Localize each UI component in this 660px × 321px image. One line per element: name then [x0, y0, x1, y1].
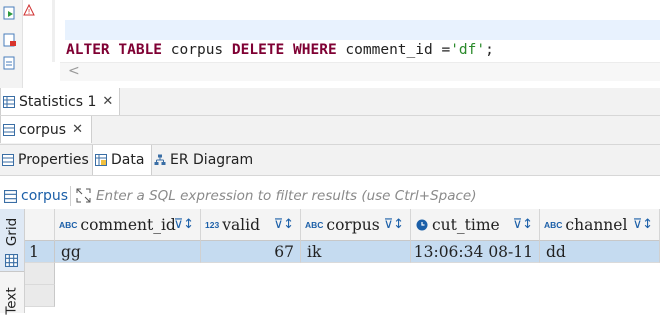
column-header-label: valid: [222, 215, 261, 234]
table-cell[interactable]: 67: [201, 241, 301, 263]
column-header-label: comment_id: [80, 215, 176, 234]
properties-icon: [2, 154, 14, 166]
text-type-icon: ABC: [544, 219, 563, 230]
table-icon: [3, 123, 15, 136]
column-header-channel[interactable]: ABC channel ⊽↕: [540, 209, 660, 241]
execute-script-icon[interactable]: [3, 33, 17, 47]
sort-filter-icon[interactable]: ⊽↕: [174, 217, 194, 232]
explain-plan-icon[interactable]: [3, 56, 17, 70]
tab-er-diagram[interactable]: ER Diagram: [152, 145, 260, 175]
tab-text-label: Text: [4, 287, 20, 315]
grid-icon: [5, 254, 18, 267]
svg-text:!: !: [28, 8, 31, 16]
sort-filter-icon[interactable]: ⊽↕: [274, 217, 294, 232]
grid-corner: [25, 209, 55, 241]
column-header-label: corpus: [326, 215, 380, 234]
column-header-label: channel: [565, 215, 628, 234]
tab-properties[interactable]: Properties: [0, 145, 92, 175]
close-icon[interactable]: ✕: [72, 122, 83, 137]
filter-expand-icon[interactable]: [76, 188, 91, 203]
tab-er-diagram-label: ER Diagram: [170, 152, 254, 168]
sql-string-literal: 'df': [450, 42, 486, 58]
run-statement-icon[interactable]: [3, 6, 17, 20]
tab-statistics-label: Statistics 1: [19, 93, 97, 110]
sql-column-name: comment_id: [345, 42, 433, 58]
sql-keyword-delete: DELETE: [231, 42, 285, 58]
er-diagram-icon: [154, 154, 166, 165]
editor-gutter: [0, 0, 23, 88]
editor-tab-bar: corpus ✕: [0, 116, 660, 145]
text-type-icon: ABC: [305, 219, 324, 230]
text-type-icon: ABC: [59, 219, 78, 230]
filter-input[interactable]: Enter a SQL expression to filter results…: [96, 188, 477, 204]
sort-filter-icon[interactable]: ⊽↕: [633, 217, 653, 232]
sql-keyword-where: WHERE: [293, 42, 337, 58]
sql-keyword-table: TABLE: [118, 42, 163, 58]
object-subtab-bar: Properties Data ER Diagram: [0, 145, 660, 176]
column-header-valid[interactable]: 123 valid ⊽↕: [201, 209, 301, 241]
table-cell[interactable]: dd: [540, 241, 660, 263]
data-grid-icon: [95, 154, 107, 166]
results-grid: ABC comment_id ⊽↕ 123 valid ⊽↕ ABC corpu…: [25, 209, 660, 313]
tab-corpus-label: corpus: [19, 121, 67, 138]
editor-horizontal-scrollbar[interactable]: [60, 62, 660, 81]
number-type-icon: 123: [205, 219, 220, 230]
tab-data[interactable]: Data: [92, 145, 152, 175]
table-icon: [3, 95, 15, 108]
filter-divider: [70, 186, 71, 206]
filter-table-name[interactable]: corpus: [21, 188, 68, 204]
tab-corpus[interactable]: corpus ✕: [0, 116, 92, 143]
current-line-highlight: [65, 20, 660, 40]
clock-icon: [416, 219, 428, 230]
column-header-cut-time[interactable]: cut_time ⊽↕: [411, 209, 540, 241]
table-icon: [4, 190, 17, 203]
sql-semicolon: ;: [485, 42, 494, 58]
tab-grid-label: Grid: [4, 217, 20, 247]
column-header-comment-id[interactable]: ABC comment_id ⊽↕: [55, 209, 201, 241]
sort-filter-icon[interactable]: ⊽↕: [384, 217, 404, 232]
warning-icon: !: [23, 4, 35, 16]
tab-text[interactable]: Text: [0, 281, 24, 321]
empty-row-number: [25, 263, 55, 285]
tab-data-label: Data: [111, 152, 145, 168]
sql-table-name: corpus: [170, 42, 224, 58]
scroll-left-arrow-icon[interactable]: <: [68, 62, 80, 80]
sql-statement[interactable]: ALTER TABLE corpus DELETE WHERE comment_…: [66, 40, 494, 60]
close-icon[interactable]: ✕: [102, 94, 113, 109]
editor-margin-ruler: [52, 0, 55, 62]
row-number[interactable]: 1: [25, 241, 55, 263]
tab-statistics[interactable]: Statistics 1 ✕: [0, 88, 120, 115]
sql-operator: =: [441, 42, 451, 58]
tab-properties-label: Properties: [18, 152, 89, 168]
column-header-corpus[interactable]: ABC corpus ⊽↕: [301, 209, 411, 241]
sql-keyword-alter: ALTER: [66, 42, 110, 58]
view-mode-tabs: Grid Text: [0, 209, 25, 315]
column-header-label: cut_time: [432, 215, 500, 234]
sort-filter-icon[interactable]: ⊽↕: [513, 217, 533, 232]
results-tab-bar: Statistics 1 ✕: [0, 88, 660, 116]
table-cell[interactable]: ik: [301, 241, 411, 263]
table-cell[interactable]: 08-11 13:06:34: [411, 241, 540, 263]
table-cell[interactable]: gg: [55, 241, 201, 263]
empty-row-number: [25, 285, 55, 307]
